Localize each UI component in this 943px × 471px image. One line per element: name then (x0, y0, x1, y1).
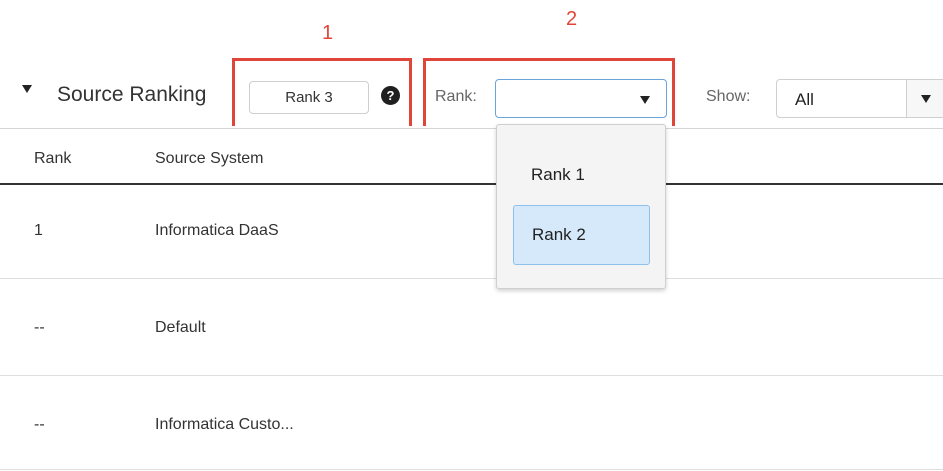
section-title[interactable]: Source Ranking (57, 83, 206, 107)
cell-source-system: Default (155, 319, 206, 336)
cell-source-system: Informatica DaaS (155, 222, 279, 239)
rank-select[interactable] (495, 79, 667, 118)
help-icon[interactable]: ? (381, 86, 400, 105)
chevron-down-icon (640, 96, 650, 104)
rank-dropdown-menu: Rank 1 Rank 2 (496, 124, 666, 289)
current-rank-badge: Rank 3 (249, 81, 369, 114)
divider (0, 128, 943, 129)
table-row[interactable]: 1 Informatica DaaS (0, 185, 943, 278)
column-header-source-system[interactable]: Source System (155, 150, 263, 168)
table-row[interactable]: -- Informatica Custo... (0, 376, 943, 470)
show-select[interactable]: All (776, 79, 943, 118)
show-filter-label: Show: (706, 88, 751, 105)
screen: 1 2 Source Ranking Rank 3 ? Rank: Show: … (0, 0, 943, 471)
table-row[interactable]: -- Default (0, 279, 943, 375)
chevron-down-icon (921, 95, 931, 103)
collapse-triangle-icon[interactable] (22, 85, 32, 93)
column-header-rank[interactable]: Rank (34, 150, 71, 168)
show-select-toggle[interactable] (906, 80, 943, 117)
cell-source-system: Informatica Custo... (155, 416, 294, 433)
rank-filter-label: Rank: (435, 88, 477, 105)
callout-number-1: 1 (322, 22, 334, 44)
show-select-value: All (795, 90, 814, 109)
dropdown-option-rank-1[interactable]: Rank 1 (513, 145, 650, 205)
callout-number-2: 2 (566, 8, 578, 30)
row-divider (0, 469, 943, 470)
dropdown-option-rank-2[interactable]: Rank 2 (513, 205, 650, 265)
cell-rank: 1 (34, 222, 43, 239)
cell-rank: -- (34, 416, 45, 433)
cell-rank: -- (34, 319, 45, 336)
